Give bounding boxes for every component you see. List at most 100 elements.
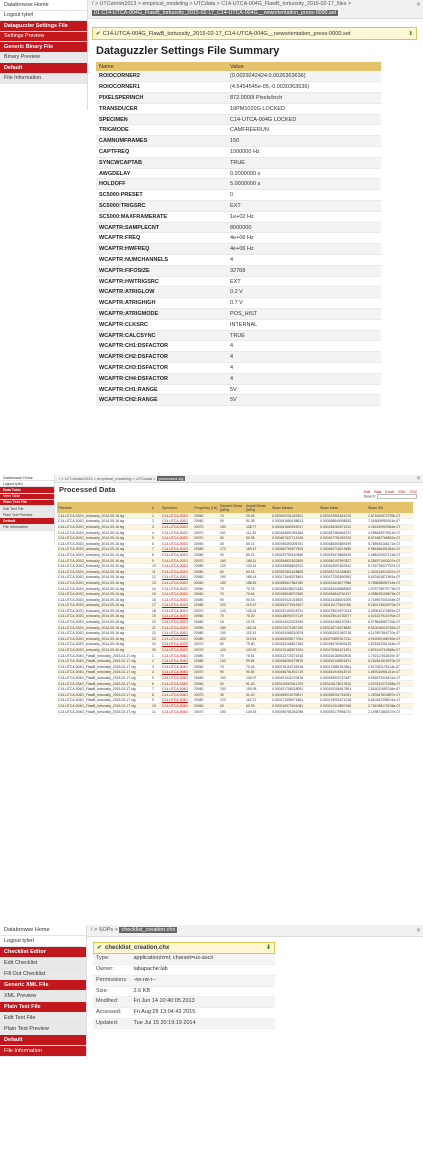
download-icon[interactable]: ⬇ xyxy=(266,943,271,954)
setting-name: WCAPTR:NUMCHANNELS xyxy=(96,254,227,266)
info-label: Permissions: xyxy=(93,975,131,987)
sidebar-item-logout-tylerl[interactable]: Logout tylerl xyxy=(0,11,87,21)
search-label: Search: xyxy=(363,494,376,499)
setting-value: 0 xyxy=(227,189,381,202)
sidebar-item-fill-out-checklist[interactable]: Fill Out Checklist xyxy=(0,969,86,980)
table-row: ROIOCORNER2 (0.0029242424.0.0026363636) xyxy=(96,71,381,83)
setting-name: SPECIMEN xyxy=(96,114,227,126)
data-table: Filename # Specimen Frequency (Hz) Desired S… xyxy=(57,502,413,715)
sidebar-item-file-information[interactable]: File Information xyxy=(0,1046,86,1057)
setting-value: POS_HIST xyxy=(227,308,381,320)
column-header[interactable]: Strain Median xyxy=(271,502,319,513)
sidebar-item-databrowse-home[interactable]: Databrowse Home xyxy=(0,0,87,11)
setting-name: SC5000:PRESET xyxy=(96,189,227,202)
setting-value: 4e+06 Hz xyxy=(227,243,381,256)
breadcrumb-path[interactable]: / > UTCwinter2013 > empirical_modeling >… xyxy=(59,476,156,481)
breadcrumb-current: checklist_creation.chx xyxy=(119,927,178,933)
table-row: AWGDELAY 0.2000000 s xyxy=(96,168,381,180)
setting-name: TRANSDUCER xyxy=(96,103,227,115)
sidebar-header-default: Default xyxy=(0,63,87,74)
column-header[interactable]: Frequency (Hz) xyxy=(193,502,219,513)
setting-value: 19PM1020G LOCKED xyxy=(227,103,381,115)
setting-name: SYNCWCAPTAB xyxy=(96,157,227,169)
breadcrumb[interactable]: / > UTCwinter2013 > empirical_modeling >… xyxy=(55,475,423,483)
breadcrumb[interactable]: / > SOPs > checklist_creation.chx ✕ xyxy=(87,925,423,937)
search-input[interactable] xyxy=(377,494,417,499)
sidebar-item-settings-preview[interactable]: Settings Preview xyxy=(0,31,87,42)
sidebar-item-databrowse-home[interactable]: Databrowse Home xyxy=(0,925,86,936)
sidebar-item-edit-text-file[interactable]: Edit Text File xyxy=(0,1013,86,1024)
table-row: WCAPTR:CH1:DSFACTOR 4 xyxy=(96,340,381,353)
breadcrumb[interactable]: / > UTCwinter2013 > empirical_modeling >… xyxy=(88,0,423,19)
setting-value: EXT xyxy=(227,200,381,212)
setting-value: 4 xyxy=(227,362,381,374)
column-header[interactable]: # xyxy=(151,502,161,513)
setting-name: WCAPTR:CLKSRC xyxy=(96,319,227,331)
info-value: labapache:lab xyxy=(130,964,275,976)
setting-value: 0.7 V xyxy=(227,297,381,310)
column-header[interactable]: Strain Std xyxy=(367,502,413,513)
column-header[interactable]: Filename xyxy=(57,502,151,513)
sidebar-header-generic-xml-file: Generic XML File xyxy=(0,980,86,991)
table-row: WCAPTR:HWFREQ 4e+06 Hz xyxy=(96,243,381,256)
table-row: SC5000:MAXFRAMERATE 1e+02 Hz xyxy=(96,211,381,223)
table-row: WCAPTR:NUMCHANNELS 4 xyxy=(96,254,381,266)
setting-value: 4 xyxy=(227,254,381,266)
info-row: Owner: labapache:lab xyxy=(93,964,275,976)
setting-value: EXT xyxy=(227,276,381,288)
table-row: HOLDOFF 5.0000000 s xyxy=(96,178,381,191)
main-content: / > UTCwinter2013 > empirical_modeling >… xyxy=(55,475,423,737)
sidebar-item-plain-text-preview[interactable]: Plain Text Preview xyxy=(0,1024,86,1035)
sidebar-item-edit-checklist[interactable]: Edit Checklist xyxy=(0,958,86,969)
setting-value: TRUE xyxy=(227,330,381,342)
setting-name: CAMNUMFRAMES xyxy=(96,135,227,148)
sidebar-item-binary-preview[interactable]: Binary Preview xyxy=(0,52,87,63)
setting-name: WCAPTR:CH3:DSFACTOR xyxy=(96,362,227,374)
table-row: SPECIMEN C14-UTCA-004G LOCKED xyxy=(96,114,381,126)
column-header[interactable]: Strain Mean xyxy=(319,502,367,513)
sidebar-item-file-information[interactable]: File Information xyxy=(0,73,87,84)
setting-value: INTERNAL xyxy=(227,319,381,331)
setting-name: WCAPTR:CH2:DSFACTOR xyxy=(96,351,227,364)
setting-value: 4 xyxy=(227,340,381,353)
breadcrumb-path[interactable]: / > SOPs > xyxy=(91,927,118,933)
setting-name: CAPTFREQ xyxy=(96,146,227,158)
close-icon[interactable]: ✕ xyxy=(416,926,421,937)
setting-name: WCAPTR:SAMPLECNT xyxy=(96,222,227,234)
info-value: Fri Jun 14 10:40:05 2013 xyxy=(130,996,275,1008)
table-row: WCAPTR:ATRIGHIGH 0.7 V xyxy=(96,297,381,310)
settings-table: Name Value ROIOCORNER2 (0.0029242424.0.00… xyxy=(96,62,381,407)
setting-value: TRUE xyxy=(227,157,381,169)
setting-name: ROIOCORNER1 xyxy=(96,81,227,94)
column-header[interactable]: Desired Stress (MPa) xyxy=(219,502,245,513)
setting-value: 4 xyxy=(227,373,381,385)
setting-value: 5V xyxy=(227,384,381,396)
table-cell: 0.000190170981071 xyxy=(319,708,367,715)
sidebar-header-dataguzzler-settings-file: Dataguzzler Settings File xyxy=(0,21,87,32)
file-name: checklist_creation.chx xyxy=(105,945,170,951)
sidebar-header-checklist-editor: Checklist Editor xyxy=(0,947,86,958)
setting-name: PIXELSPERINCH xyxy=(96,92,227,104)
setting-name: WCAPTR:CH4:DSFACTOR xyxy=(96,373,227,385)
column-header[interactable]: Specimen xyxy=(161,502,193,513)
setting-value: 8000000 xyxy=(227,222,381,234)
close-icon[interactable]: ✕ xyxy=(416,1,421,10)
info-label: Type: xyxy=(93,954,131,966)
download-icon[interactable]: ⬇ xyxy=(408,28,413,39)
column-header[interactable]: Actual Stress (MPa) xyxy=(245,502,271,513)
search-box: Search: xyxy=(364,494,417,499)
setting-value: 5V xyxy=(227,394,381,407)
sidebar-item-file-information[interactable]: File Information xyxy=(0,524,54,531)
sidebar-item-logout-tylerl[interactable]: Logout tylerl xyxy=(0,936,86,947)
table-row[interactable]: C14-UTCA-004G_FlawB_tortuosity_2015-02-1… xyxy=(57,708,413,715)
table-row: WCAPTR:CH2:DSFACTOR 4 xyxy=(96,351,381,364)
breadcrumb-current: processed.xlg xyxy=(156,476,186,481)
setting-value: 4e+06 Hz xyxy=(227,232,381,245)
table-row: SC5000:TRIGSRC EXT xyxy=(96,200,381,212)
setting-name: SC5000:TRIGSRC xyxy=(96,200,227,212)
specimen-link[interactable]: C14-UTCA-004G xyxy=(161,708,193,715)
breadcrumb-path[interactable]: / > UTCwinter2013 > empirical_modeling >… xyxy=(92,1,351,7)
setting-value: 5.0000000 s xyxy=(227,178,381,191)
close-icon[interactable]: ✕ xyxy=(416,476,421,483)
sidebar-item-xml-preview[interactable]: XML Preview xyxy=(0,991,86,1002)
